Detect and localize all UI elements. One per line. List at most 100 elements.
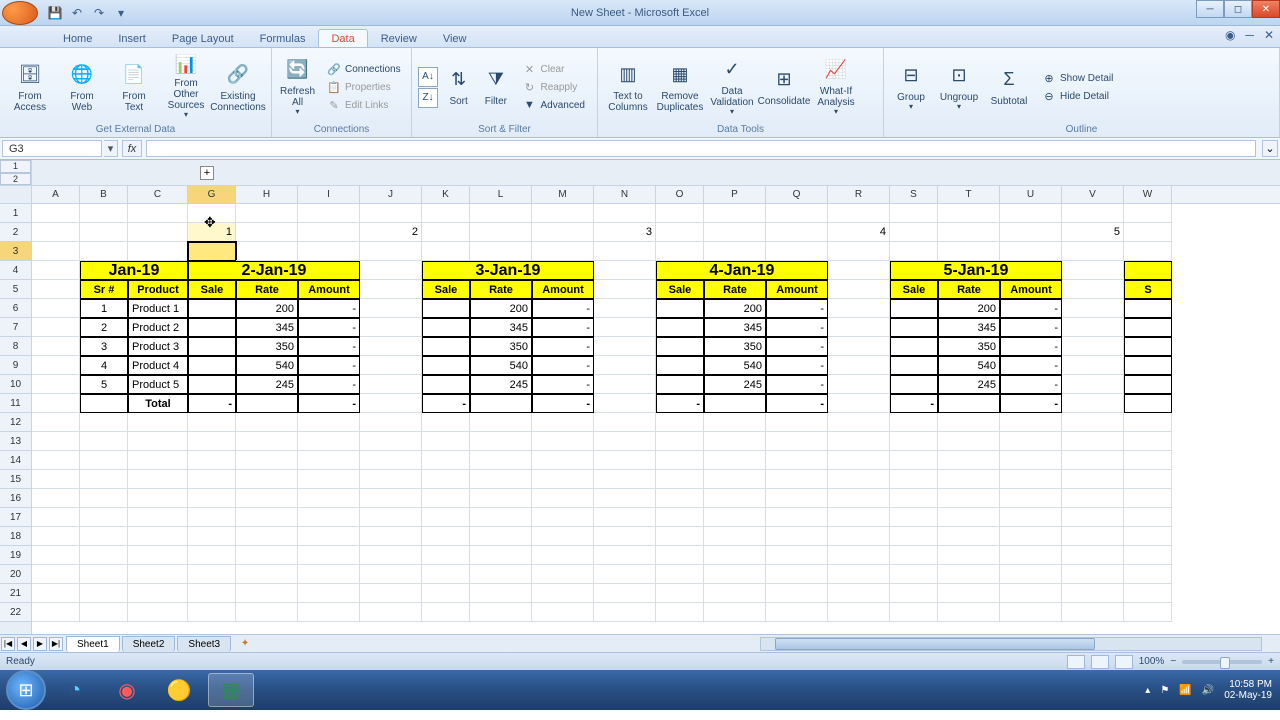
cell[interactable] — [422, 299, 470, 318]
cell[interactable] — [32, 527, 80, 546]
cell[interactable] — [594, 318, 656, 337]
cell[interactable] — [828, 565, 890, 584]
cell[interactable] — [532, 242, 594, 261]
col-header-M[interactable]: M — [532, 186, 594, 203]
cell[interactable] — [360, 603, 422, 622]
cell[interactable] — [1062, 318, 1124, 337]
col-header-R[interactable]: R — [828, 186, 890, 203]
cell[interactable] — [298, 432, 360, 451]
cell[interactable]: 350 — [938, 337, 1000, 356]
cell[interactable] — [80, 223, 128, 242]
sort-desc-button[interactable]: Z↓ — [418, 88, 438, 108]
cell[interactable] — [594, 432, 656, 451]
outline-expand-button[interactable]: + — [200, 166, 214, 180]
cell[interactable] — [656, 375, 704, 394]
tray-network-icon[interactable]: 📶 — [1179, 685, 1191, 696]
cell[interactable] — [1000, 527, 1062, 546]
cell[interactable] — [594, 527, 656, 546]
cell[interactable] — [32, 299, 80, 318]
cell[interactable] — [188, 375, 236, 394]
cell[interactable] — [32, 565, 80, 584]
qat-customize-icon[interactable]: ▾ — [112, 4, 130, 22]
cell[interactable] — [188, 432, 236, 451]
cell[interactable] — [422, 603, 470, 622]
cell[interactable] — [704, 223, 766, 242]
cell[interactable] — [532, 527, 594, 546]
cell[interactable] — [1062, 413, 1124, 432]
row-header-10[interactable]: 10 — [0, 375, 31, 394]
cell[interactable] — [532, 451, 594, 470]
group-button[interactable]: ⊟Group▾ — [890, 54, 932, 120]
cell[interactable] — [80, 413, 128, 432]
row-header-20[interactable]: 20 — [0, 565, 31, 584]
filter-button[interactable]: ⧩Filter — [479, 54, 512, 120]
cell[interactable] — [1000, 223, 1062, 242]
cell[interactable] — [188, 204, 236, 223]
cell[interactable] — [32, 489, 80, 508]
cell[interactable] — [890, 546, 938, 565]
col-header-B[interactable]: B — [80, 186, 128, 203]
cell[interactable] — [236, 413, 298, 432]
cell[interactable] — [938, 413, 1000, 432]
cell[interactable]: Product — [128, 280, 188, 299]
cell[interactable] — [594, 261, 656, 280]
cell[interactable] — [128, 470, 188, 489]
cell[interactable] — [188, 318, 236, 337]
cell[interactable] — [360, 508, 422, 527]
cell[interactable] — [594, 565, 656, 584]
cell[interactable] — [236, 242, 298, 261]
cell[interactable]: - — [298, 356, 360, 375]
cell[interactable] — [470, 223, 532, 242]
cell[interactable]: Rate — [704, 280, 766, 299]
tab-nav-next[interactable]: ▶ — [33, 637, 47, 651]
cell[interactable] — [236, 603, 298, 622]
cell[interactable] — [656, 584, 704, 603]
cell[interactable] — [422, 508, 470, 527]
cell[interactable]: - — [1000, 337, 1062, 356]
cell[interactable] — [890, 375, 938, 394]
worksheet-grid[interactable]: 12345678910111213141516171819202122 ABCG… — [0, 186, 1280, 634]
cell[interactable] — [532, 546, 594, 565]
cell[interactable] — [532, 565, 594, 584]
cell[interactable] — [422, 242, 470, 261]
cell[interactable] — [80, 470, 128, 489]
remove-duplicates-button[interactable]: ▦Remove Duplicates — [656, 54, 704, 120]
cell[interactable] — [1124, 242, 1172, 261]
cell[interactable] — [128, 546, 188, 565]
col-header-P[interactable]: P — [704, 186, 766, 203]
advanced-filter-button[interactable]: ▼Advanced — [521, 97, 587, 113]
cell[interactable] — [938, 204, 1000, 223]
cell[interactable] — [32, 356, 80, 375]
cell[interactable]: 3-Jan-19 — [422, 261, 594, 280]
formula-expand-icon[interactable]: ⌄ — [1262, 140, 1278, 157]
cell[interactable] — [1124, 204, 1172, 223]
row-header-21[interactable]: 21 — [0, 584, 31, 603]
cell[interactable] — [298, 413, 360, 432]
cell[interactable] — [828, 299, 890, 318]
row-header-19[interactable]: 19 — [0, 546, 31, 565]
cell[interactable] — [594, 546, 656, 565]
cell[interactable]: 540 — [470, 356, 532, 375]
cell[interactable] — [236, 451, 298, 470]
tab-nav-last[interactable]: ▶| — [49, 637, 63, 651]
col-header-V[interactable]: V — [1062, 186, 1124, 203]
cell[interactable] — [828, 375, 890, 394]
sheet-tab-2[interactable]: Sheet2 — [122, 636, 176, 652]
cell[interactable] — [594, 375, 656, 394]
cell[interactable]: Rate — [938, 280, 1000, 299]
cell[interactable] — [236, 223, 298, 242]
cell[interactable] — [422, 470, 470, 489]
cell[interactable]: - — [1000, 394, 1062, 413]
cell[interactable]: Product 5 — [128, 375, 188, 394]
cell[interactable] — [704, 470, 766, 489]
cell[interactable] — [188, 603, 236, 622]
cell[interactable] — [704, 584, 766, 603]
cell[interactable] — [1000, 204, 1062, 223]
sort-button[interactable]: ⇅Sort — [442, 54, 475, 120]
cell[interactable] — [188, 470, 236, 489]
cell[interactable] — [80, 565, 128, 584]
cell[interactable]: 4 — [828, 223, 890, 242]
tab-insert[interactable]: Insert — [105, 29, 159, 47]
cell[interactable]: Sale — [656, 280, 704, 299]
cell[interactable]: - — [766, 337, 828, 356]
